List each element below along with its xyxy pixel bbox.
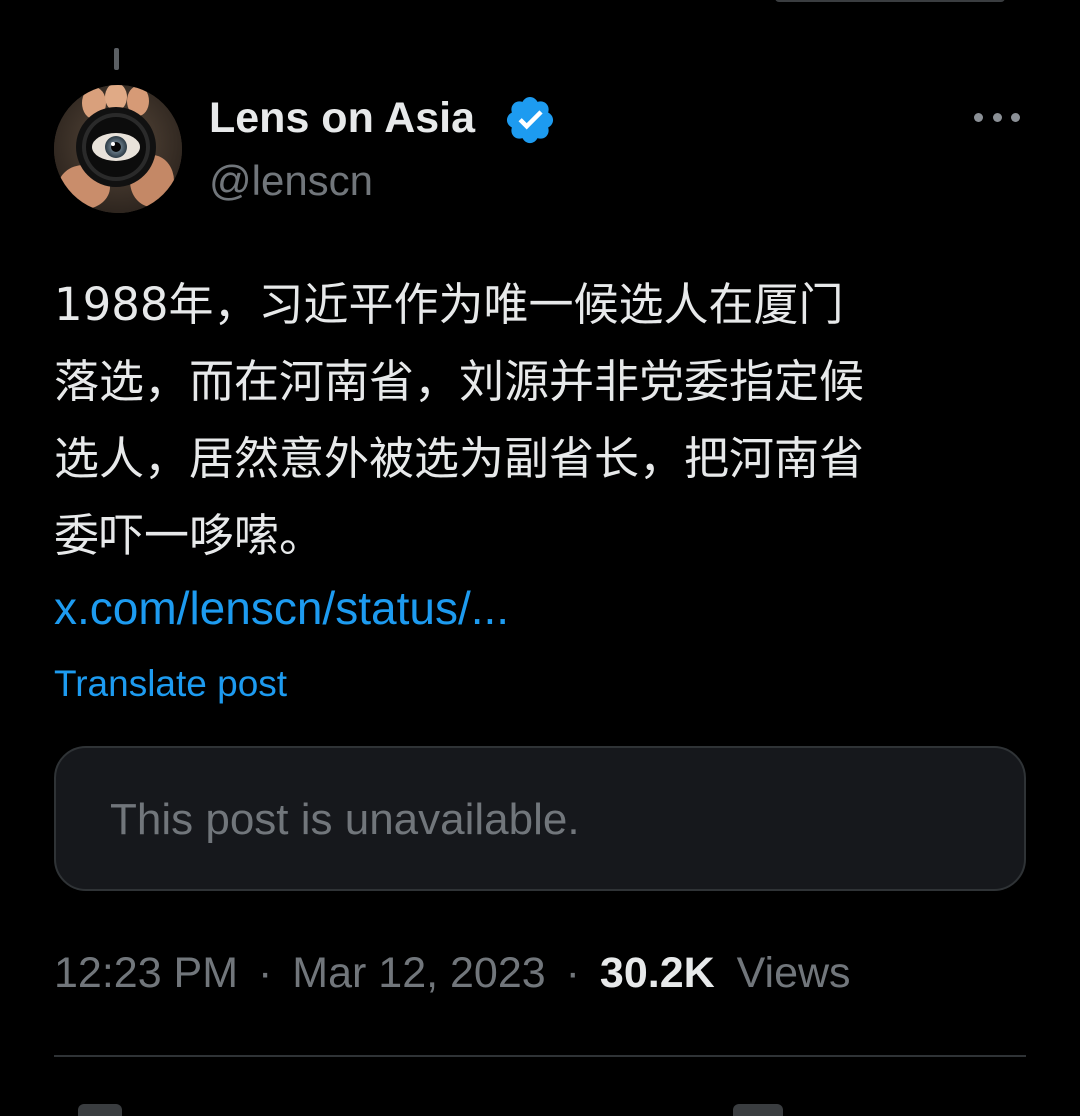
post-metadata: 12:23 PM · Mar 12, 2023 · 30.2K Views <box>54 945 851 1001</box>
post-text-line: 选人，居然意外被选为副省长，把河南省 <box>54 432 865 485</box>
action-icon-partial <box>733 1104 783 1116</box>
eye-camera-lens-icon <box>54 85 182 213</box>
views-label: Views <box>736 949 851 997</box>
meta-separator: · <box>258 949 273 997</box>
author-handle[interactable]: @lenscn <box>209 156 373 206</box>
post-text: 1988年，习近平作为唯一候选人在厦门 落选，而在河南省，刘源并非党委指定候 选… <box>54 266 1039 574</box>
more-horizontal-icon <box>974 112 983 122</box>
post-date[interactable]: Mar 12, 2023 <box>292 949 545 997</box>
meta-separator: · <box>565 949 580 997</box>
unavailable-message: This post is unavailable. <box>110 795 580 844</box>
post-time[interactable]: 12:23 PM <box>54 949 238 997</box>
divider <box>54 1055 1026 1057</box>
verified-badge-icon <box>506 96 554 144</box>
post-text-line: 落选，而在河南省，刘源并非党委指定候 <box>54 355 865 408</box>
author-display-name[interactable]: Lens on Asia <box>209 92 475 144</box>
post-text-line: 1988年，习近平作为唯一候选人在厦门 <box>54 278 844 331</box>
post-text-line: 委吓一哆嗦。 <box>54 509 325 562</box>
action-icon-partial <box>78 1104 122 1116</box>
avatar[interactable] <box>54 85 182 213</box>
quoted-post-card[interactable]: This post is unavailable. <box>54 746 1026 891</box>
translate-post-button[interactable]: Translate post <box>54 660 287 708</box>
more-options-button[interactable] <box>968 100 1026 134</box>
top-sheet-handle <box>775 0 1005 2</box>
thread-connector-line <box>114 48 119 70</box>
views-count: 30.2K <box>599 949 715 997</box>
post-link[interactable]: x.com/lenscn/status/... <box>54 578 509 638</box>
